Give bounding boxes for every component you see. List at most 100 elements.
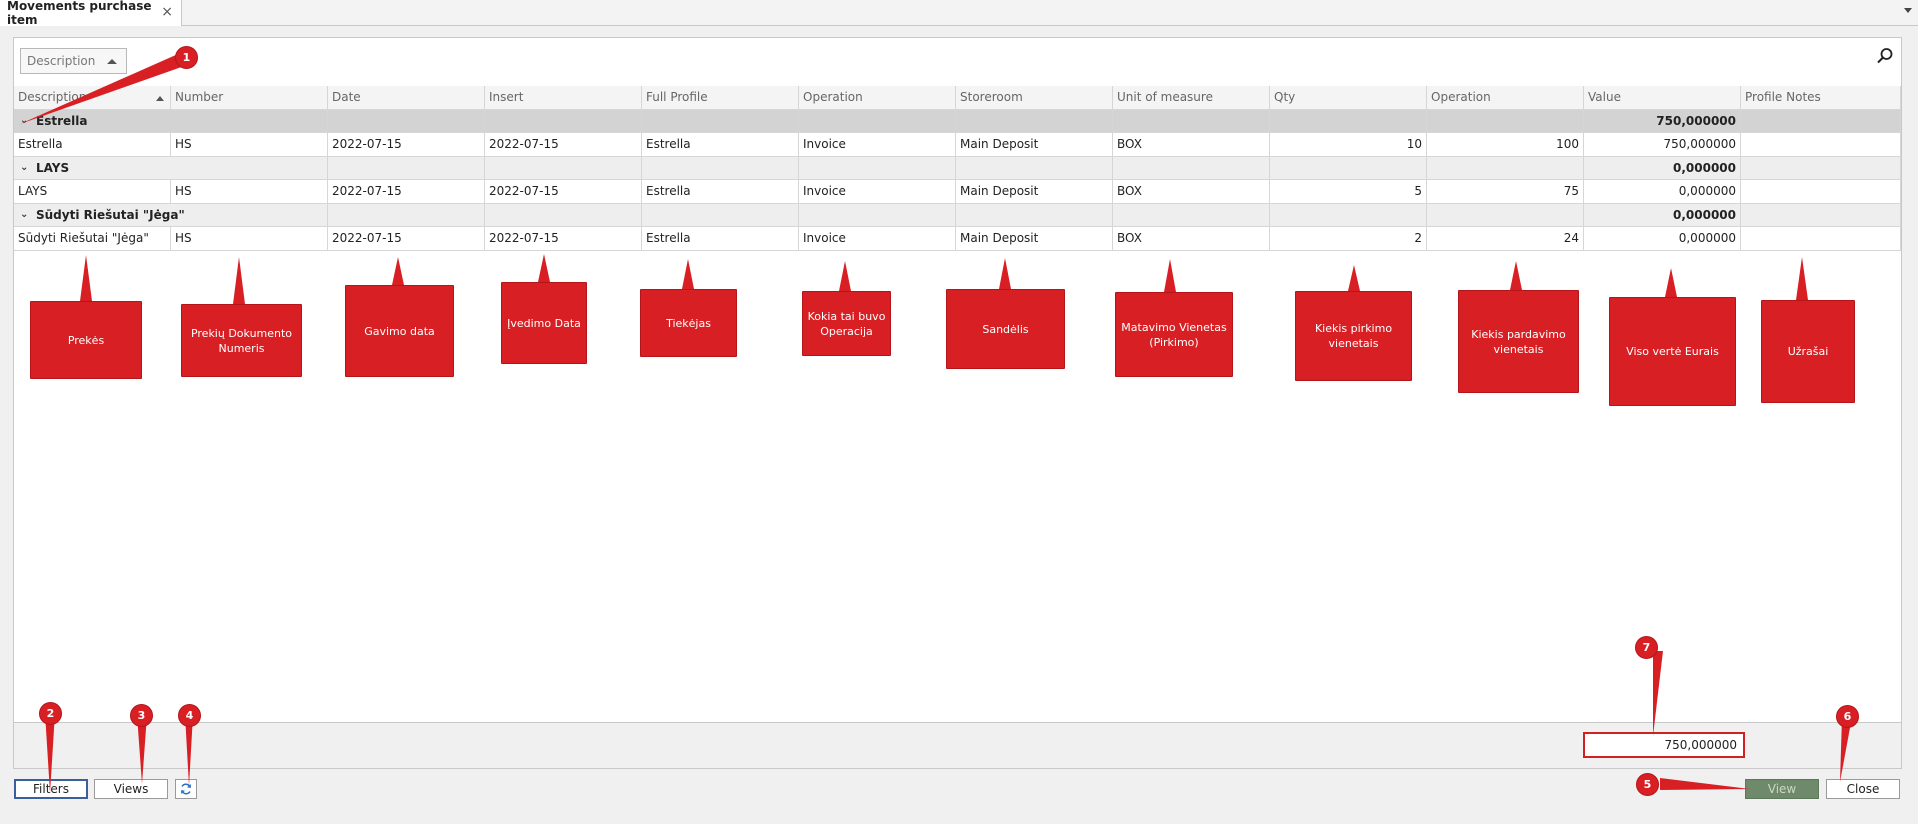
table-cell: HS: [171, 180, 328, 203]
table-cell: Estrella: [642, 180, 799, 203]
table-cell: Sūdyti Riešutai "Jėga": [14, 227, 171, 250]
column-header[interactable]: Full Profile: [642, 86, 799, 109]
app-window: Movements purchase item × Description De…: [0, 0, 1918, 824]
column-header[interactable]: Qty: [1270, 86, 1427, 109]
group-cell: [956, 156, 1113, 179]
sort-ascending-icon[interactable]: [107, 59, 117, 64]
table-row[interactable]: Sūdyti Riešutai "Jėga" HS 2022-07-15 2022-0…: [14, 227, 1901, 251]
callout-prekes: Prekės: [30, 301, 142, 379]
group-label-text: Estrella: [36, 113, 88, 128]
table-cell: Invoice: [799, 133, 956, 156]
group-cell: [956, 109, 1113, 132]
group-cell: [1270, 203, 1427, 226]
search-icon[interactable]: [1875, 46, 1895, 66]
table-cell: 2022-07-15: [485, 180, 642, 203]
group-by-label: Description: [27, 54, 96, 68]
table-cell: Estrella: [642, 227, 799, 250]
table-cell: 2022-07-15: [485, 133, 642, 156]
table-cell: BOX: [1113, 180, 1270, 203]
group-row[interactable]: 0,000000 ⌄ LAYS: [14, 156, 1901, 180]
column-header[interactable]: Unit of measure: [1113, 86, 1270, 109]
views-button[interactable]: Views: [94, 779, 168, 799]
marker-2: 2: [39, 702, 62, 725]
table-cell: Invoice: [799, 227, 956, 250]
callout-uzrasai: Užrašai: [1761, 300, 1855, 403]
table-cell: BOX: [1113, 133, 1270, 156]
table-cell: 2022-07-15: [328, 227, 485, 250]
group-cell: [642, 203, 799, 226]
table-cell: 75: [1427, 180, 1584, 203]
table-cell: Main Deposit: [956, 227, 1113, 250]
refresh-button[interactable]: [175, 779, 197, 799]
group-label: ⌄ Sūdyti Riešutai "Jėga": [20, 204, 185, 227]
table-cell: 10: [1270, 133, 1427, 156]
group-cell: [799, 156, 956, 179]
group-row[interactable]: 750,000000 ⌄ Estrella: [14, 109, 1901, 133]
column-header[interactable]: Profile Notes: [1741, 86, 1901, 109]
group-total: 0,000000: [1584, 156, 1741, 179]
group-cell: [642, 156, 799, 179]
table-cell: 0,000000: [1584, 180, 1741, 203]
table-cell: 100: [1427, 133, 1584, 156]
group-cell: [1113, 109, 1270, 132]
column-header[interactable]: Storeroom: [956, 86, 1113, 109]
group-label-text: LAYS: [36, 160, 70, 175]
column-header[interactable]: Operation: [1427, 86, 1584, 109]
footer-total-value: 750,000000: [1583, 732, 1745, 758]
group-by-chip[interactable]: Description: [20, 48, 127, 74]
close-icon[interactable]: ×: [161, 5, 173, 19]
table-cell: HS: [171, 227, 328, 250]
sort-ascending-icon[interactable]: [156, 96, 164, 101]
table-cell: 2: [1270, 227, 1427, 250]
chevron-down-icon[interactable]: ⌄: [20, 162, 32, 173]
group-cell: [1427, 203, 1584, 226]
group-cell: [328, 203, 485, 226]
group-cell: [171, 203, 328, 226]
group-cell: [1270, 109, 1427, 132]
table-row[interactable]: Estrella HS 2022-07-15 2022-07-15 Estrella In…: [14, 133, 1901, 157]
view-button[interactable]: View: [1745, 779, 1819, 799]
tab-movements-purchase-item[interactable]: Movements purchase item ×: [0, 0, 182, 27]
tab-title: Movements purchase item: [7, 0, 152, 27]
table-cell: [1741, 227, 1901, 250]
group-cell: [328, 109, 485, 132]
group-cell: [1741, 109, 1901, 132]
column-header[interactable]: Number: [171, 86, 328, 109]
table-cell: HS: [171, 133, 328, 156]
column-header[interactable]: Insert: [485, 86, 642, 109]
table-cell: Main Deposit: [956, 133, 1113, 156]
column-header[interactable]: Date: [328, 86, 485, 109]
column-header[interactable]: Operation: [799, 86, 956, 109]
group-cell: [1113, 203, 1270, 226]
chevron-down-icon[interactable]: [1904, 8, 1912, 13]
group-cell: [799, 109, 956, 132]
grid-header: Description Number Date Insert Full Profile O…: [14, 86, 1901, 110]
table-cell: 750,000000: [1584, 133, 1741, 156]
chevron-down-icon[interactable]: ⌄: [20, 209, 32, 220]
close-button[interactable]: Close: [1826, 779, 1900, 799]
group-cell: [328, 156, 485, 179]
table-cell: 2022-07-15: [328, 133, 485, 156]
data-grid: Description Number Date Insert Full Profile O…: [14, 86, 1901, 251]
group-cell: [1741, 203, 1901, 226]
marker-5: 5: [1636, 773, 1659, 796]
table-cell: 24: [1427, 227, 1584, 250]
table-cell: Estrella: [14, 133, 171, 156]
group-cell: [1113, 156, 1270, 179]
column-header[interactable]: Value: [1584, 86, 1741, 109]
callout-ivedimo-data: Įvedimo Data: [501, 282, 587, 364]
tab-bar: Movements purchase item ×: [0, 0, 1918, 27]
column-header[interactable]: Description: [14, 86, 171, 109]
group-row[interactable]: 0,000000 ⌄ Sūdyti Riešutai "Jėga": [14, 203, 1901, 227]
chevron-down-icon[interactable]: ⌄: [20, 115, 32, 126]
filters-button[interactable]: Filters: [14, 779, 88, 799]
table-cell: LAYS: [14, 180, 171, 203]
grid-footer: 750,000000: [14, 722, 1901, 768]
marker-3: 3: [130, 704, 153, 727]
group-total: 0,000000: [1584, 203, 1741, 226]
table-cell: 0,000000: [1584, 227, 1741, 250]
table-cell: Main Deposit: [956, 180, 1113, 203]
group-cell: [642, 109, 799, 132]
table-row[interactable]: LAYS HS 2022-07-15 2022-07-15 Estrella Invoic…: [14, 180, 1901, 204]
marker-6: 6: [1836, 705, 1859, 728]
